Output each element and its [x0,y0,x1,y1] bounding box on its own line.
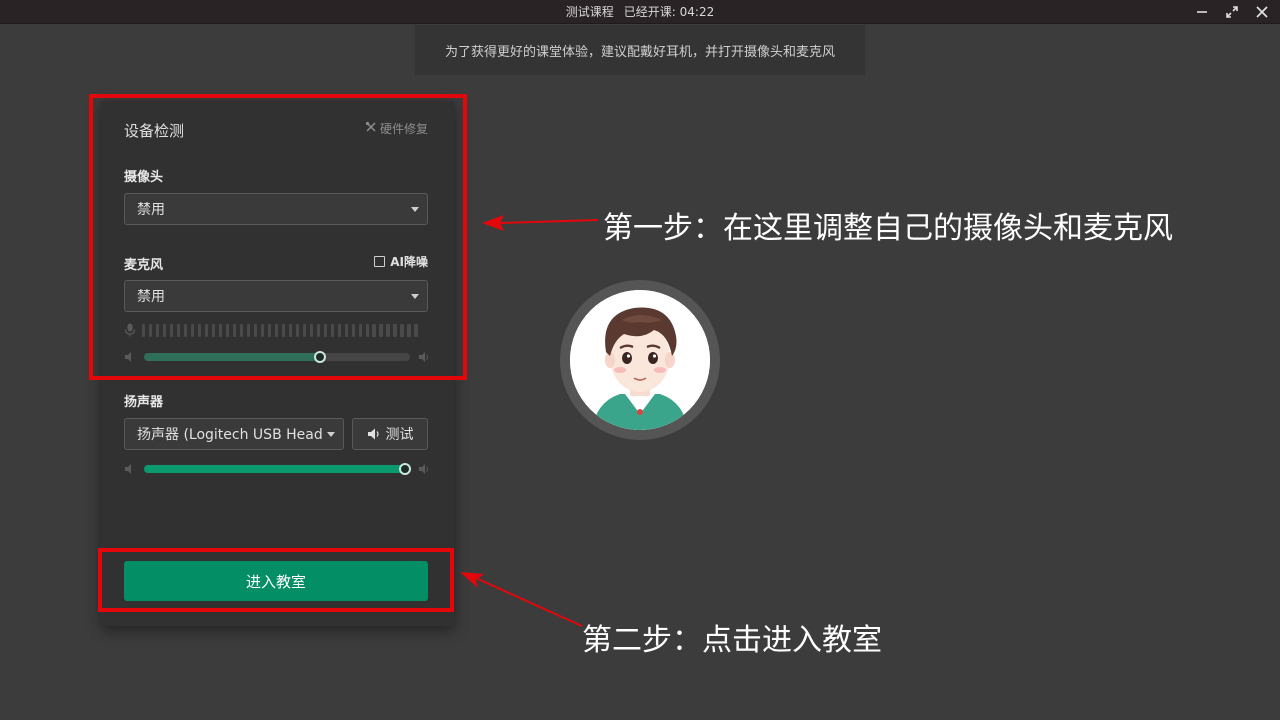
mic-level-segment [260,323,265,337]
speaker-select[interactable]: 扬声器 (Logitech USB Head [124,418,344,450]
speaker-volume-slider[interactable] [124,462,430,476]
chevron-down-icon [411,294,419,299]
wrench-icon [365,121,377,136]
arrow-left-icon [482,215,599,231]
mic-level-segment [344,323,348,337]
mic-level-segment [183,323,188,337]
mic-level-segment [176,323,181,337]
speaker-volume-fill [144,465,405,473]
mic-level-bars [142,323,418,337]
mic-level-segment [365,323,369,337]
arrow-up-left-icon [460,572,583,627]
restore-icon[interactable] [1224,4,1240,20]
mic-level-segment [330,323,334,337]
mic-level-segment [400,323,404,337]
mic-level-segment [274,323,279,337]
panel-title: 设备检测 [124,122,185,140]
chevron-down-icon [327,432,335,437]
mic-level-segment [358,323,362,337]
mic-level-segment [162,323,167,337]
mic-level-segment [323,323,327,337]
mic-level-segment [232,323,237,337]
hardware-repair-label: 硬件修复 [379,122,428,136]
device-check-panel: 设备检测 硬件修复 摄像头 禁用 麦克风 AI降噪 禁用 扬声器 扬声器 (Lo… [101,101,454,626]
minimize-icon[interactable] [1194,4,1210,20]
mic-level-segment [316,323,320,337]
mic-level-segment [379,323,383,337]
mic-level-segment [169,323,174,337]
mic-level-segment [204,323,209,337]
speaker-low-icon [125,464,131,474]
mic-level-segment [288,323,293,337]
mic-volume-track[interactable] [144,351,410,363]
ai-noise-checkbox[interactable] [374,256,386,267]
mic-level-segment [225,323,230,337]
mic-level-segment [148,323,153,337]
mic-level-segment [218,323,223,337]
title-bar: 测试课程 已经开课: 04:22 [0,0,1280,24]
tip-text: 为了获得更好的课堂体验，建议配戴好耳机，并打开摄像头和麦克风 [444,44,835,60]
mic-level-segment [155,323,160,337]
tip-banner: 为了获得更好的课堂体验，建议配戴好耳机，并打开摄像头和麦克风 [415,25,865,75]
speaker-icon [367,428,379,440]
speaker-label: 扬声器 [124,395,164,410]
mic-level-segment [211,323,216,337]
enter-classroom-button[interactable]: 进入教室 [124,561,428,601]
mic-level-segment [253,323,258,337]
mic-level-meter [124,322,430,338]
mic-volume-knob[interactable] [313,351,326,363]
mic-level-segment [302,323,307,337]
step-two-annotation: 第二步：点击进入教室 [582,623,882,658]
mic-level-segment [351,323,355,337]
camera-label: 摄像头 [124,170,164,185]
microphone-icon [124,323,136,337]
mic-level-segment [190,323,195,337]
course-title: 测试课程 [565,5,614,19]
mic-level-segment [267,323,272,337]
microphone-select-value: 禁用 [137,289,165,305]
camera-select[interactable]: 禁用 [124,193,428,225]
mic-level-segment [372,323,376,337]
mic-level-segment [309,323,314,337]
speaker-volume-track[interactable] [144,463,411,475]
mic-level-segment [142,323,146,337]
speaker-test-label: 测试 [385,427,414,443]
ai-noise-toggle[interactable]: AI降噪 [374,253,428,270]
hardware-repair-link[interactable]: 硬件修复 [365,120,428,137]
speaker-volume-knob[interactable] [398,463,411,475]
avatar-image [570,290,710,430]
speaker-test-button[interactable]: 测试 [352,418,428,450]
mic-level-segment [281,323,286,337]
class-timer: 已经开课: 04:22 [623,5,715,19]
chevron-down-icon [411,207,419,212]
speaker-low-icon [125,352,131,362]
speaker-select-value: 扬声器 (Logitech USB Head [137,427,323,443]
mic-level-segment [197,323,202,337]
mic-level-segment [386,323,390,337]
mic-level-segment [337,323,341,337]
close-icon[interactable] [1254,4,1270,20]
speaker-high-icon [419,464,428,474]
speaker-high-icon [419,352,428,362]
step-one-annotation: 第一步：在这里调整自己的摄像头和麦克风 [603,211,1173,246]
mic-level-segment [414,323,418,337]
mic-volume-slider[interactable] [124,350,430,364]
mic-level-segment [295,323,300,337]
mic-level-segment [407,323,411,337]
camera-select-value: 禁用 [137,202,165,218]
window-controls [1194,0,1270,24]
mic-level-segment [239,323,244,337]
enter-classroom-label: 进入教室 [245,572,306,591]
avatar [560,280,720,440]
microphone-label: 麦克风 [124,258,164,273]
mic-volume-fill [144,353,320,361]
mic-level-segment [246,323,251,337]
ai-noise-label: AI降噪 [390,255,428,269]
mic-level-segment [393,323,397,337]
microphone-select[interactable]: 禁用 [124,280,428,312]
